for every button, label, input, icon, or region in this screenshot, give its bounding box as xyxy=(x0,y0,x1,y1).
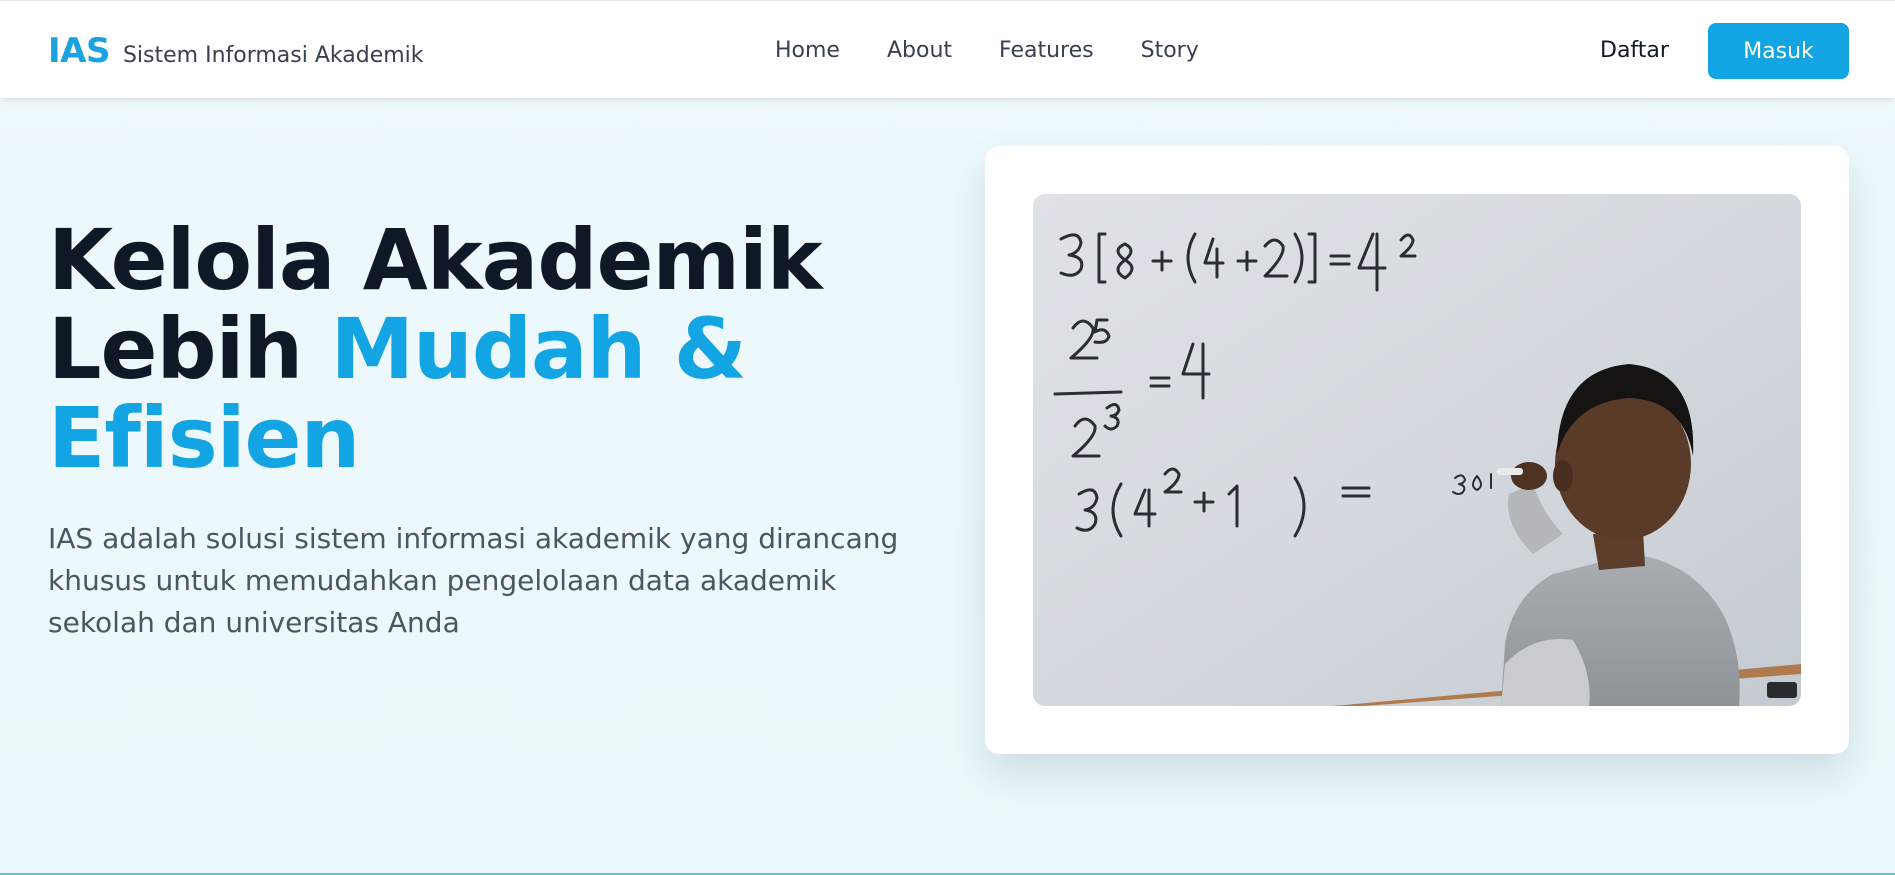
hero-title: Kelola Akademik Lebih Mudah & Efisien xyxy=(48,216,928,483)
login-button[interactable]: Masuk xyxy=(1708,23,1849,79)
nav-features-link[interactable]: Features xyxy=(999,38,1094,63)
hero-title-line2: Lebih xyxy=(48,300,331,398)
nav-home-link[interactable]: Home xyxy=(775,38,840,63)
whiteboard-student-photo xyxy=(1033,194,1801,706)
hero-title-accent-1: Mudah & xyxy=(330,300,747,398)
brand-name: Sistem Informasi Akademik xyxy=(122,43,424,68)
hero-description: IAS adalah solusi sistem informasi akade… xyxy=(48,522,899,639)
hero-image xyxy=(1033,194,1801,706)
register-button[interactable]: Daftar xyxy=(1600,38,1669,63)
nav-story-link[interactable]: Story xyxy=(1141,38,1199,63)
brand-logo: IAS xyxy=(48,31,110,71)
nav-links: Home About Features Story xyxy=(775,38,1199,63)
navbar: IAS Sistem Informasi Akademik Home About… xyxy=(0,0,1895,98)
nav-about-link[interactable]: About xyxy=(887,38,952,63)
brand-link[interactable]: IAS Sistem Informasi Akademik xyxy=(48,31,424,71)
hero-image-card xyxy=(985,146,1849,754)
hero-title-accent-2: Efisien xyxy=(48,389,360,487)
hero-title-line1: Kelola Akademik xyxy=(48,211,823,309)
